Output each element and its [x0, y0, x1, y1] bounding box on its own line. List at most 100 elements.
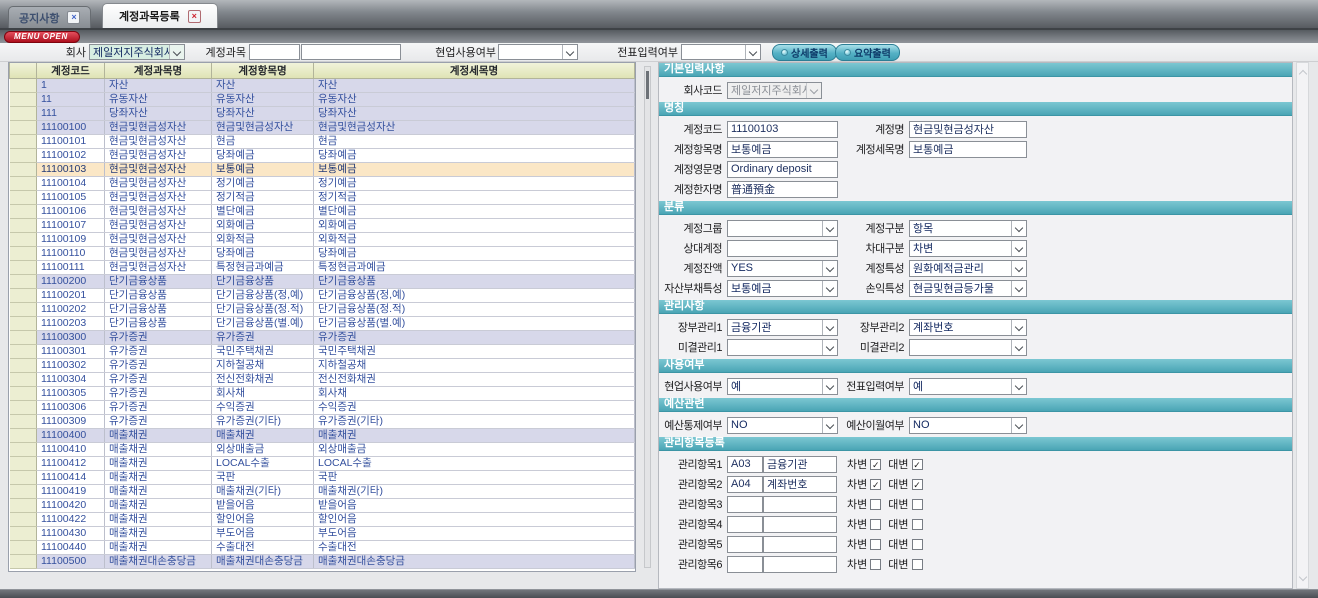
table-row[interactable]: 11100305유가증권회사채회사채	[10, 387, 635, 401]
dc-division-select[interactable]: 차변	[909, 240, 1027, 257]
account-trait-select[interactable]: 원화예적금관리	[909, 260, 1027, 277]
ledger2-select[interactable]: 계좌번호	[909, 319, 1027, 336]
slip-entry-select[interactable]	[681, 44, 761, 60]
row-selector[interactable]	[10, 275, 37, 289]
debit-checkbox[interactable]	[870, 519, 881, 530]
field-use-detail-select[interactable]: 예	[727, 378, 838, 395]
tab-account-registration[interactable]: 계정과목등록 ×	[102, 3, 218, 28]
table-row[interactable]: 11100440매출채권수출대전수출대전	[10, 541, 635, 555]
table-row[interactable]: 11100103현금및현금성자산보통예금보통예금	[10, 163, 635, 177]
debit-checkbox[interactable]	[870, 539, 881, 550]
col-header-subitem[interactable]: 계정세목명	[314, 63, 635, 79]
row-selector[interactable]	[10, 541, 37, 555]
detail-print-button[interactable]: 상세출력	[772, 44, 837, 61]
row-selector[interactable]	[10, 93, 37, 107]
slip-entry-detail-select[interactable]: 예	[909, 378, 1027, 395]
account-name-input[interactable]	[301, 44, 401, 60]
company-select[interactable]: 제일저지주식회사	[89, 44, 185, 60]
panel-scrollbar[interactable]	[1296, 62, 1309, 589]
table-row[interactable]: 11100414매출채권국판국판	[10, 471, 635, 485]
debit-checkbox[interactable]: ✓	[870, 459, 881, 470]
row-selector[interactable]	[10, 443, 37, 457]
table-row[interactable]: 11100302유가증권지하철공채지하철공채	[10, 359, 635, 373]
tab-close-icon[interactable]: ×	[67, 11, 80, 24]
pending1-select[interactable]	[727, 339, 838, 356]
table-row[interactable]: 11100412매출채권LOCAL수출LOCAL수출	[10, 457, 635, 471]
table-row[interactable]: 11100304유가증권전신전화채권전신전화채권	[10, 373, 635, 387]
table-row[interactable]: 11100420매출채권받을어음받을어음	[10, 499, 635, 513]
row-selector[interactable]	[10, 415, 37, 429]
row-selector[interactable]	[10, 205, 37, 219]
row-selector[interactable]	[10, 317, 37, 331]
col-header-item[interactable]: 계정항목명	[212, 63, 314, 79]
mgmt-item-name-field[interactable]	[763, 456, 837, 473]
mgmt-item-name-field[interactable]	[763, 476, 837, 493]
row-selector[interactable]	[10, 261, 37, 275]
row-selector[interactable]	[10, 359, 37, 373]
budget-carryover-select[interactable]: NO	[909, 417, 1027, 434]
row-selector[interactable]	[10, 233, 37, 247]
credit-checkbox[interactable]	[912, 559, 923, 570]
pending2-select[interactable]	[909, 339, 1027, 356]
row-selector[interactable]	[10, 121, 37, 135]
scrollbar-thumb[interactable]	[646, 71, 649, 99]
mgmt-item-code-field[interactable]	[727, 536, 763, 553]
table-row[interactable]: 11100203단기금융상품단기금융상품(별.예)단기금융상품(별.예)	[10, 317, 635, 331]
mgmt-item-code-field[interactable]	[727, 476, 763, 493]
table-row[interactable]: 11100300유가증권유가증권유가증권	[10, 331, 635, 345]
table-row[interactable]: 11100201단기금융상품단기금융상품(정,예)단기금융상품(정,예)	[10, 289, 635, 303]
mgmt-item-code-field[interactable]	[727, 516, 763, 533]
table-row[interactable]: 11100110현금및현금성자산당좌예금당좌예금	[10, 247, 635, 261]
row-selector[interactable]	[10, 247, 37, 261]
table-row[interactable]: 11100306유가증권수익증권수익증권	[10, 401, 635, 415]
table-row[interactable]: 11100430매출채권부도어음부도어음	[10, 527, 635, 541]
hanja-name-field[interactable]	[727, 181, 838, 198]
mgmt-item-name-field[interactable]	[763, 556, 837, 573]
table-row[interactable]: 11100101현금및현금성자산현금현금	[10, 135, 635, 149]
table-row[interactable]: 1자산자산자산	[10, 79, 635, 93]
row-selector[interactable]	[10, 149, 37, 163]
mgmt-item-name-field[interactable]	[763, 516, 837, 533]
english-name-field[interactable]	[727, 161, 838, 178]
table-row[interactable]: 11100100현금및현금성자산현금및현금성자산현금및현금성자산	[10, 121, 635, 135]
account-code-input[interactable]	[249, 44, 300, 60]
table-row[interactable]: 11100111현금및현금성자산특정현금과예금특정현금과예금	[10, 261, 635, 275]
table-row[interactable]: 111당좌자산당좌자산당좌자산	[10, 107, 635, 121]
credit-checkbox[interactable]: ✓	[912, 459, 923, 470]
col-header-subject[interactable]: 계정과목명	[105, 63, 212, 79]
account-name-field[interactable]	[909, 121, 1027, 138]
row-selector[interactable]	[10, 401, 37, 415]
sub-item-name-field[interactable]	[909, 141, 1027, 158]
row-selector[interactable]	[10, 163, 37, 177]
debit-checkbox[interactable]	[870, 559, 881, 570]
row-selector[interactable]	[10, 135, 37, 149]
summary-print-button[interactable]: 요약출력	[835, 44, 900, 61]
row-selector[interactable]	[10, 79, 37, 93]
table-row[interactable]: 11100202단기금융상품단기금융상품(정.적)단기금융상품(정.적)	[10, 303, 635, 317]
table-row[interactable]: 11100419매출채권매출채권(기타)매출채권(기타)	[10, 485, 635, 499]
mgmt-item-code-field[interactable]	[727, 456, 763, 473]
table-row[interactable]: 11100107현금및현금성자산외화예금외화예금	[10, 219, 635, 233]
mgmt-item-name-field[interactable]	[763, 496, 837, 513]
row-selector[interactable]	[10, 555, 37, 569]
table-row[interactable]: 11100400매출채권매출채권매출채권	[10, 429, 635, 443]
debit-checkbox[interactable]	[870, 499, 881, 510]
table-row[interactable]: 11유동자산유동자산유동자산	[10, 93, 635, 107]
debit-checkbox[interactable]: ✓	[870, 479, 881, 490]
profit-trait-select[interactable]: 현금및현금등가물	[909, 280, 1027, 297]
row-selector[interactable]	[10, 457, 37, 471]
table-row[interactable]: 11100200단기금융상품단기금융상품단기금융상품	[10, 275, 635, 289]
table-row[interactable]: 11100109현금및현금성자산외화적금외화적금	[10, 233, 635, 247]
scroll-down-icon[interactable]	[1299, 573, 1307, 581]
row-selector[interactable]	[10, 219, 37, 233]
row-selector[interactable]	[10, 373, 37, 387]
table-row[interactable]: 11100410매출채권외상매출금외상매출금	[10, 443, 635, 457]
table-row[interactable]: 11100301유가증권국민주택채권국민주택채권	[10, 345, 635, 359]
asset-liab-trait-select[interactable]: 보통예금	[727, 280, 838, 297]
row-selector[interactable]	[10, 177, 37, 191]
row-selector[interactable]	[10, 485, 37, 499]
row-selector[interactable]	[10, 107, 37, 121]
col-header-code[interactable]: 계정코드	[37, 63, 105, 79]
credit-checkbox[interactable]	[912, 539, 923, 550]
counter-account-field[interactable]	[727, 240, 838, 257]
